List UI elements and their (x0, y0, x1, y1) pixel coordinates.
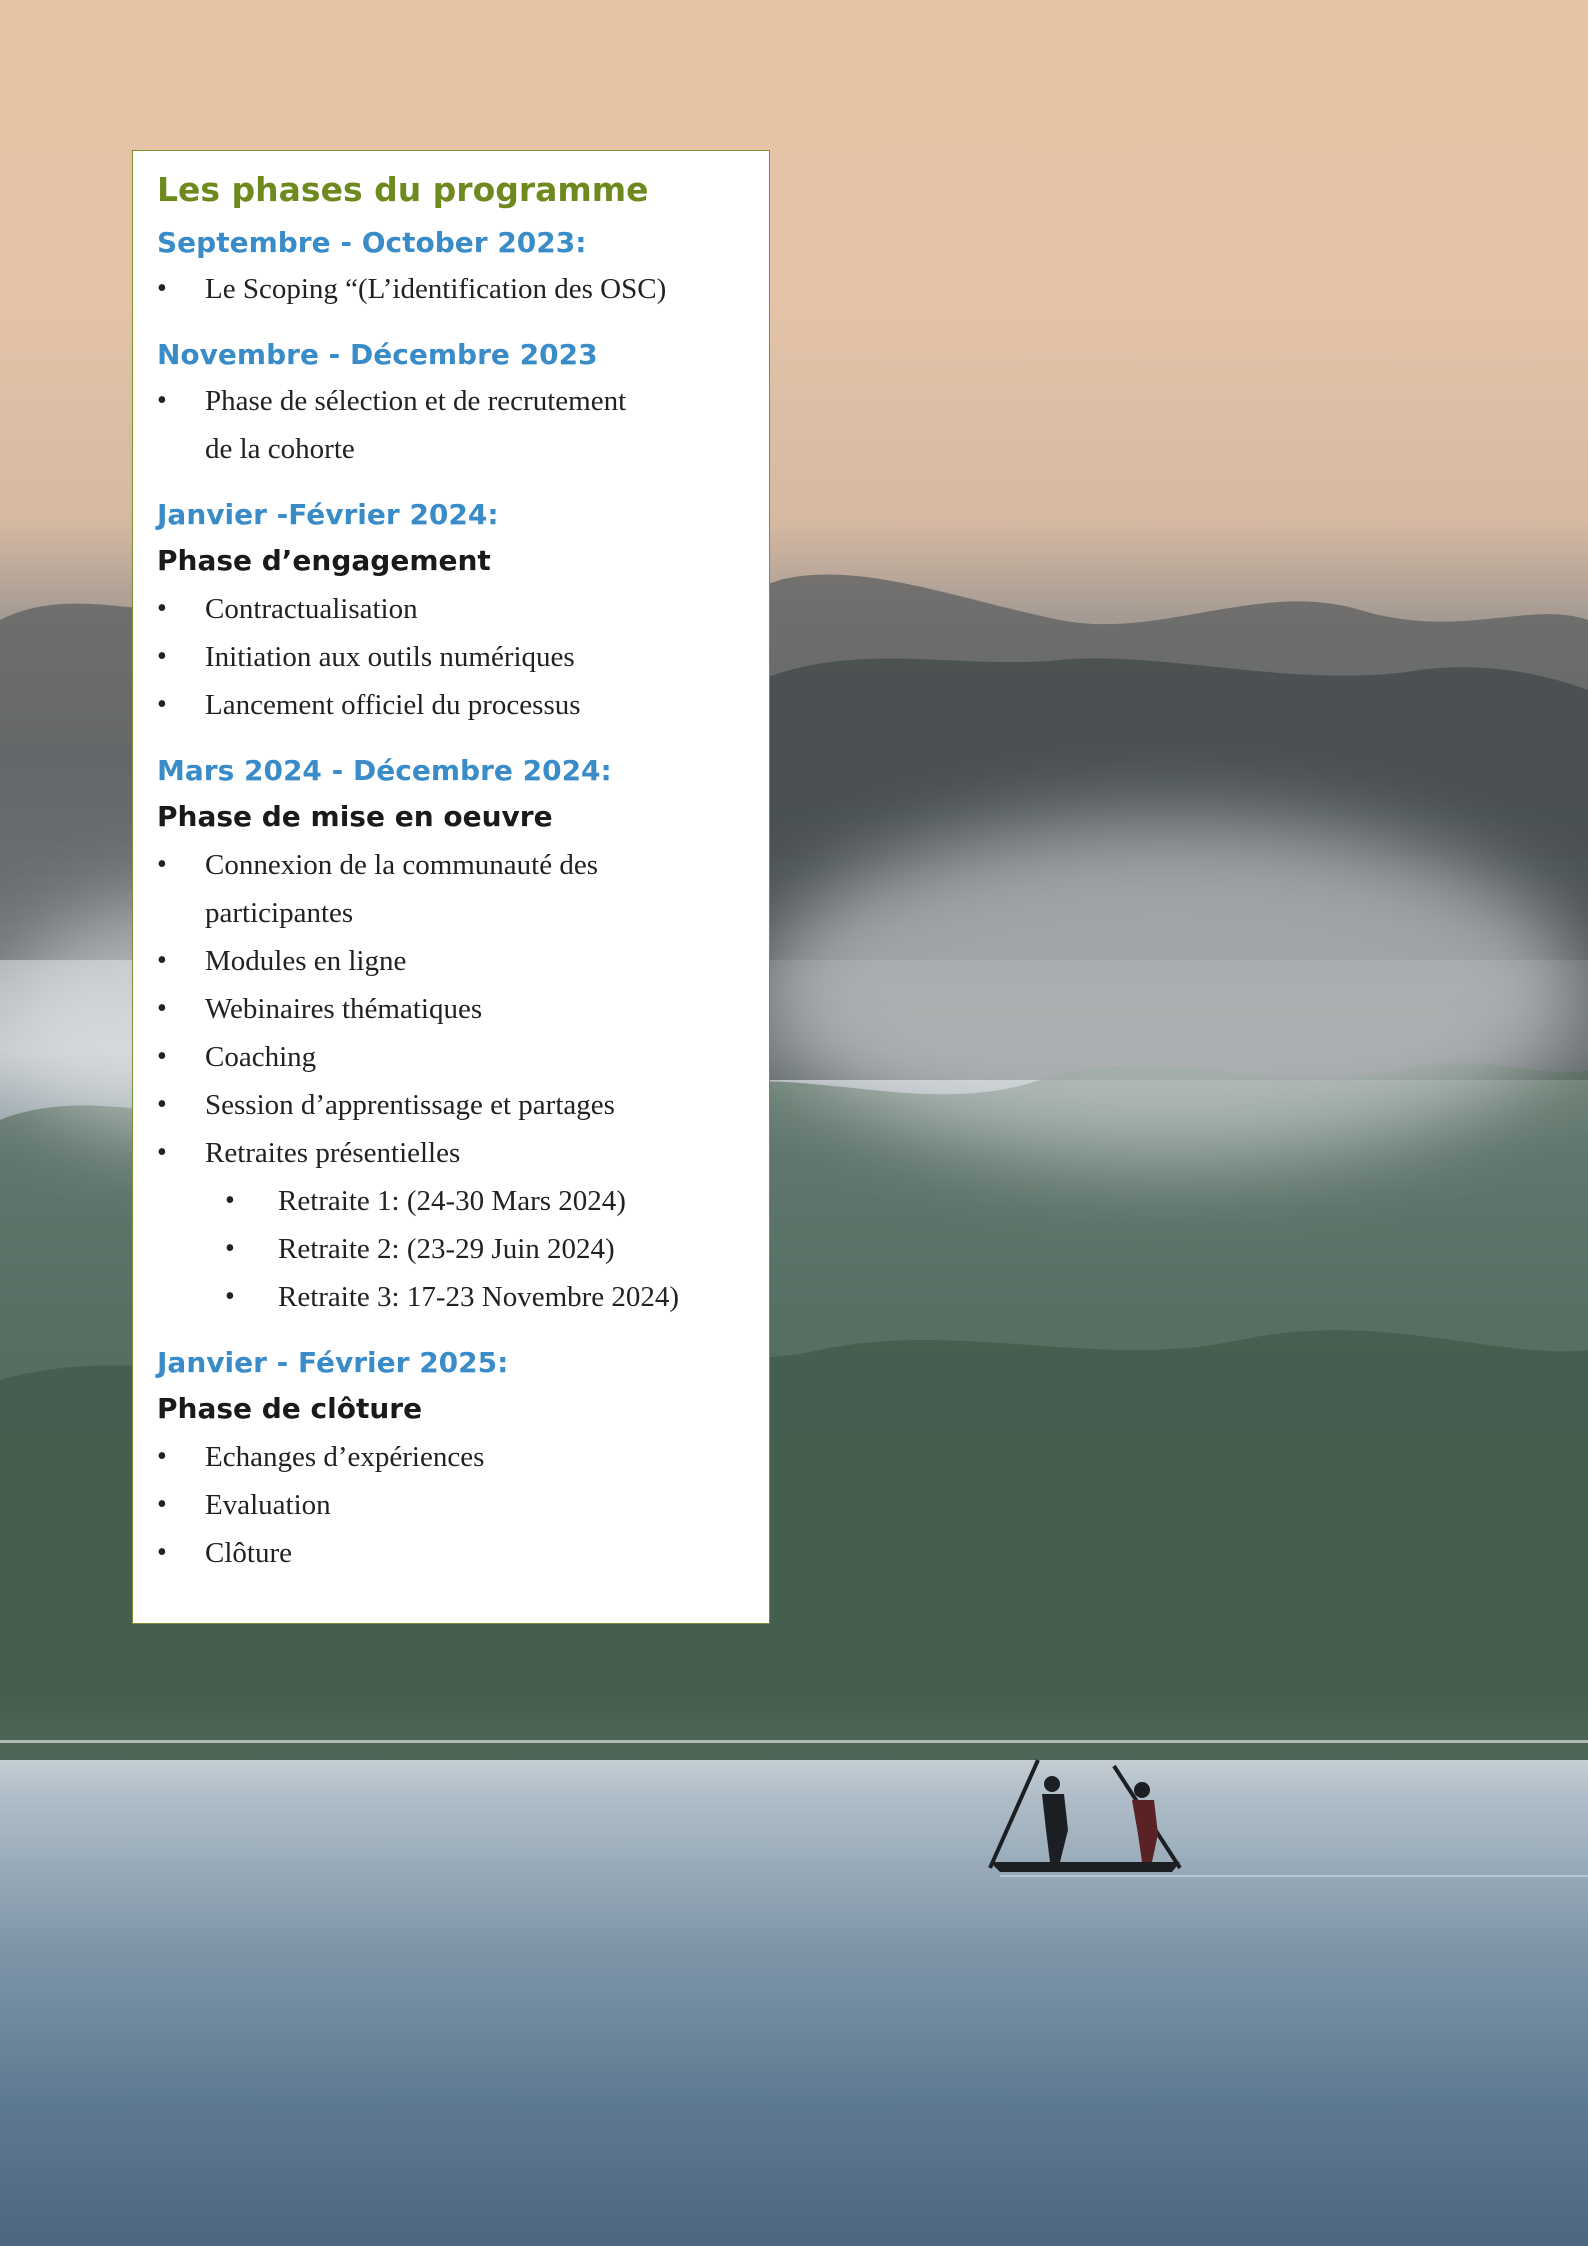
section-date: Mars 2024 - Décembre 2024: (157, 754, 612, 787)
phase-heading: Phase de mise en oeuvre (157, 800, 553, 833)
page-title: Les phases du programme (157, 170, 649, 209)
section-scoping: Septembre - October 2023: Le Scoping “(L… (157, 221, 745, 313)
bullet-list: Contractualisation Initiation aux outils… (157, 585, 745, 729)
list-item-continuation: de la cohorte (157, 425, 745, 473)
bullet-list: Le Scoping “(L’identification des OSC) (157, 265, 745, 313)
bullet-list: Phase de sélection et de recrutement de … (157, 377, 745, 473)
section-selection: Novembre - Décembre 2023 Phase de sélect… (157, 333, 745, 473)
section-closing: Janvier - Février 2025: Phase de clôture… (157, 1341, 745, 1577)
list-item: Coaching (157, 1033, 745, 1081)
mist (760, 820, 1580, 1160)
bullet-list: Echanges d’expériences Evaluation Clôtur… (157, 1433, 745, 1577)
section-date: Janvier -Février 2024: (157, 498, 499, 531)
canoe-illustration (988, 1759, 1182, 1872)
section-date: Janvier - Février 2025: (157, 1346, 509, 1379)
sub-list-item: Retraite 2: (23-29 Juin 2024) (157, 1225, 745, 1273)
list-item: Lancement officiel du processus (157, 681, 745, 729)
list-item: Session d’apprentissage et partages (157, 1081, 745, 1129)
list-item-continuation: participantes (157, 889, 745, 937)
list-item: Echanges d’expériences (157, 1433, 745, 1481)
bullet-list: Connexion de la communauté des participa… (157, 841, 745, 1321)
program-phases-panel: Les phases du programme Septembre - Octo… (132, 150, 770, 1624)
section-implementation: Mars 2024 - Décembre 2024: Phase de mise… (157, 749, 745, 1321)
waterline (0, 1740, 1588, 1743)
phase-heading: Phase d’engagement (157, 544, 491, 577)
list-item-text: participantes (205, 897, 354, 929)
list-item: Le Scoping “(L’identification des OSC) (157, 265, 745, 313)
list-item: Contractualisation (157, 585, 745, 633)
list-item: Modules en ligne (157, 937, 745, 985)
phase-heading: Phase de clôture (157, 1392, 423, 1425)
list-item: Evaluation (157, 1481, 745, 1529)
list-item: Initiation aux outils numériques (157, 633, 745, 681)
section-date: Septembre - October 2023: (157, 226, 587, 259)
sub-list-item: Retraite 1: (24-30 Mars 2024) (157, 1177, 745, 1225)
list-item: Phase de sélection et de recrutement (157, 377, 745, 425)
list-item: Retraites présentielles (157, 1129, 745, 1177)
list-item: Webinaires thématiques (157, 985, 745, 1033)
section-engagement: Janvier -Février 2024: Phase d’engagemen… (157, 493, 745, 729)
sub-list-item: Retraite 3: 17-23 Novembre 2024) (157, 1273, 745, 1321)
list-item: Connexion de la communauté des (157, 841, 745, 889)
list-item: Clôture (157, 1529, 745, 1577)
section-date: Novembre - Décembre 2023 (157, 338, 598, 371)
list-item-text: de la cohorte (205, 433, 355, 465)
